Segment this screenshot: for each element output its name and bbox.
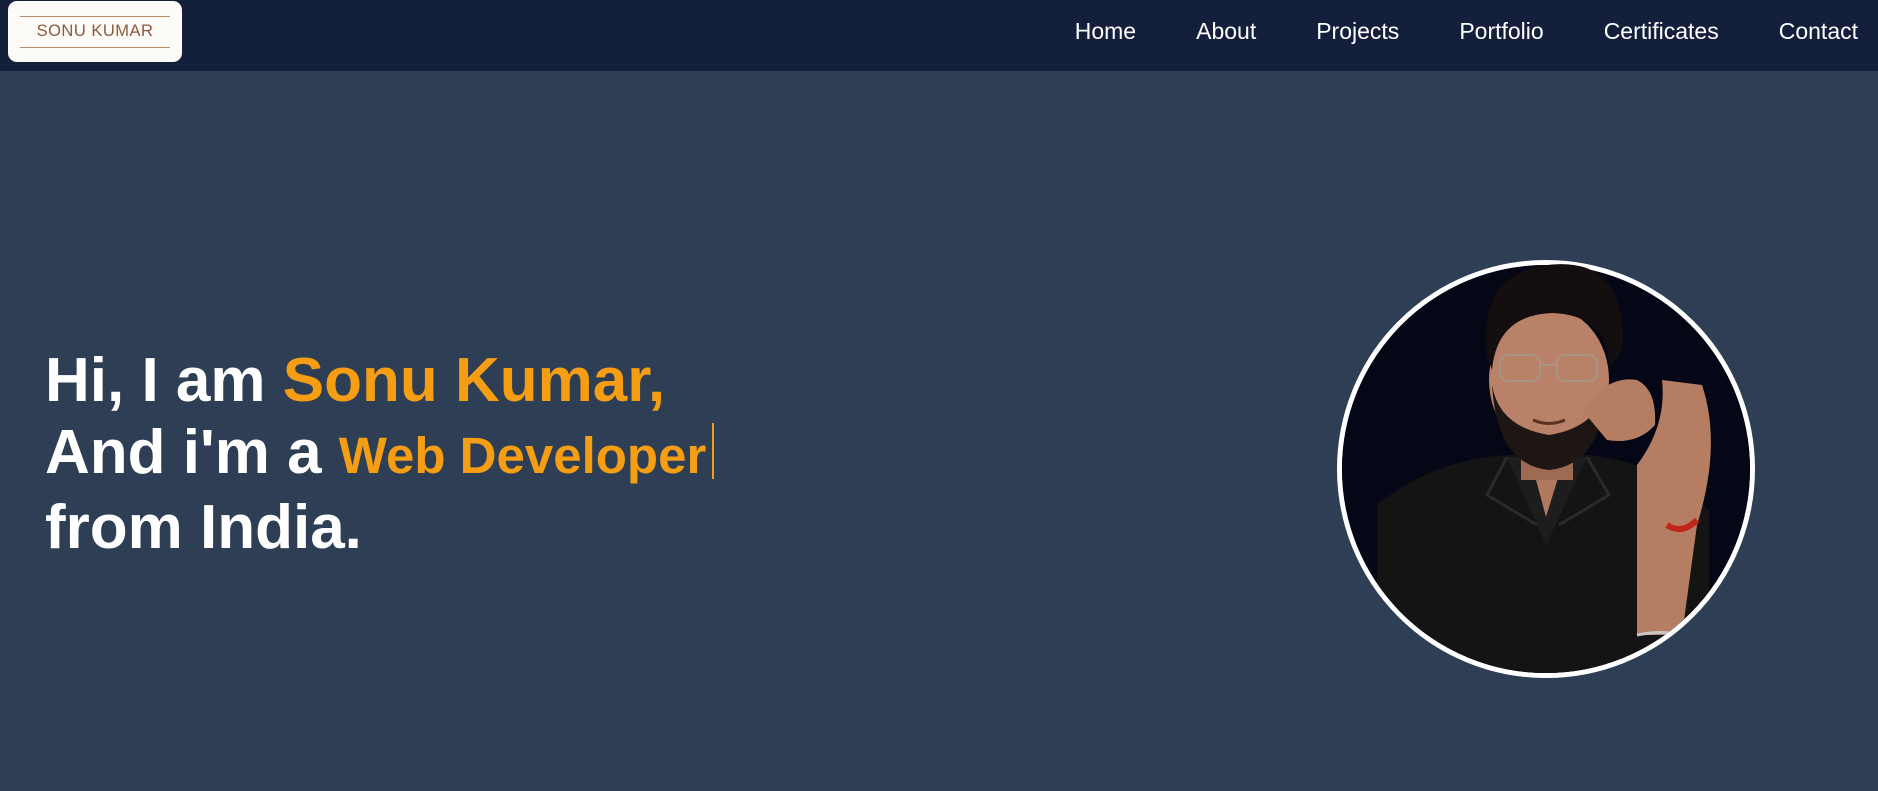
profile-photo [1337, 260, 1755, 678]
nav-home[interactable]: Home [1075, 18, 1136, 45]
hero-line-1: Hi, I am Sonu Kumar, [45, 345, 714, 417]
hero-line-2: And i'm a Web Developer [45, 417, 715, 492]
typed-role: Web Developer [338, 427, 707, 484]
main-nav: Home About Projects Portfolio Certificat… [1015, 0, 1858, 63]
hero-location: from India. [45, 493, 362, 562]
nav-certificates[interactable]: Certificates [1604, 18, 1719, 45]
hero-intro: And i'm a [45, 418, 339, 487]
logo-inner: SONU KUMAR [20, 14, 170, 50]
hero-heading: Hi, I am Sonu Kumar, And i'm a Web Devel… [45, 345, 715, 564]
logo-text: SONU KUMAR [36, 22, 154, 40]
nav-projects[interactable]: Projects [1316, 18, 1399, 45]
navbar: SONU KUMAR Home About Projects Portfolio… [0, 0, 1878, 71]
hero-name: Sonu Kumar, [282, 346, 666, 415]
logo-rule-top [20, 15, 170, 17]
hero-line-3: from India. [45, 492, 714, 564]
typing-caret [712, 423, 715, 479]
nav-portfolio[interactable]: Portfolio [1459, 18, 1543, 45]
person-portrait-icon [1342, 264, 1750, 673]
logo[interactable]: SONU KUMAR [8, 1, 182, 62]
nav-contact[interactable]: Contact [1779, 18, 1858, 45]
logo-rule-bottom [20, 46, 170, 48]
hero-greeting: Hi, I am [45, 346, 283, 415]
nav-about[interactable]: About [1196, 18, 1256, 45]
